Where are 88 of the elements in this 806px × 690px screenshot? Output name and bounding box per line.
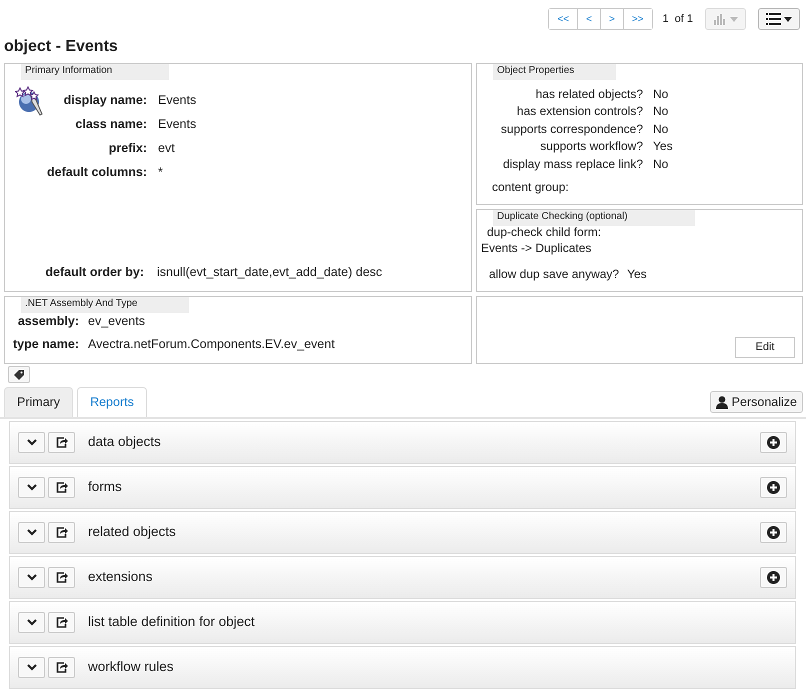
field-label: default order by: xyxy=(44,264,144,281)
field-value: ev_events xyxy=(88,313,145,330)
add-icon xyxy=(767,571,780,584)
field-label: supports correspondence? xyxy=(500,121,643,137)
export-button[interactable] xyxy=(48,432,75,453)
chevron-down-icon xyxy=(26,664,36,671)
field-label: display mass replace link? xyxy=(502,156,643,172)
field-label: dup-check child form: xyxy=(487,224,602,241)
field-label: prefix: xyxy=(108,140,147,156)
export-button[interactable] xyxy=(48,522,75,543)
field-value: No xyxy=(653,156,668,172)
collapse-button[interactable] xyxy=(18,477,45,498)
field-value: No xyxy=(653,86,668,102)
field-label: type name: xyxy=(12,336,79,353)
bar-chart-icon xyxy=(713,13,727,25)
field-label: supports workflow? xyxy=(539,138,643,154)
field-value: * xyxy=(158,164,163,180)
page-count: of 1 xyxy=(674,12,693,27)
chevron-down-icon xyxy=(26,484,36,491)
share-icon xyxy=(56,572,68,583)
field-label: content group: xyxy=(492,179,569,196)
tab[interactable]: Primary xyxy=(4,387,74,417)
list-menu-button[interactable] xyxy=(758,8,800,30)
field-value: No xyxy=(653,103,668,119)
add-icon xyxy=(767,481,780,494)
personalize-button[interactable]: Personalize xyxy=(710,391,803,413)
field-label: assembly: xyxy=(16,313,79,330)
export-button[interactable] xyxy=(48,657,75,678)
export-button[interactable] xyxy=(48,477,75,498)
pager-button[interactable]: >> xyxy=(622,9,652,29)
field-label: display name: xyxy=(62,92,147,108)
page-title: object - Events xyxy=(3,38,119,56)
add-button[interactable] xyxy=(760,432,787,453)
chevron-down-icon xyxy=(26,574,36,581)
section-legend: .NET Assembly And Type xyxy=(21,297,189,313)
section-legend: Primary Information xyxy=(21,64,169,80)
collapse-button[interactable] xyxy=(18,612,45,633)
collapse-button[interactable] xyxy=(18,522,45,543)
export-button[interactable] xyxy=(48,612,75,633)
tag-icon xyxy=(14,370,24,380)
share-icon xyxy=(56,617,68,628)
section-legend: Duplicate Checking (optional) xyxy=(493,210,695,226)
field-value: Events xyxy=(158,116,196,132)
field-value: Yes xyxy=(653,138,673,154)
field-value: Events -> Duplicates xyxy=(481,240,592,257)
section-title: list table definition for object xyxy=(88,613,256,632)
share-icon xyxy=(56,482,68,493)
collapse-button[interactable] xyxy=(18,432,45,453)
chevron-down-icon xyxy=(26,439,36,446)
chevron-down-icon xyxy=(26,529,36,536)
section-title: extensions xyxy=(88,568,154,586)
tab[interactable]: Reports xyxy=(77,387,147,417)
chevron-down-icon xyxy=(26,619,36,626)
add-icon xyxy=(767,436,780,449)
field-label: has extension controls? xyxy=(516,103,643,119)
field-label: class name: xyxy=(74,116,147,132)
share-icon xyxy=(56,662,68,673)
page-number: 1 xyxy=(662,12,669,27)
field-value: evt xyxy=(158,140,175,156)
caret-icon xyxy=(730,16,738,22)
section-title: forms xyxy=(88,478,123,496)
tag-button[interactable] xyxy=(8,366,30,383)
field-value: No xyxy=(653,121,668,137)
person-icon xyxy=(716,396,728,408)
field-label: has related objects? xyxy=(534,86,643,102)
collapse-button[interactable] xyxy=(18,567,45,588)
add-button[interactable] xyxy=(760,522,787,543)
field-label: allow dup save anyway? xyxy=(489,266,620,283)
list-icon xyxy=(766,13,781,25)
section-title: workflow rules xyxy=(88,658,175,676)
field-label: default columns: xyxy=(47,164,147,180)
add-button[interactable] xyxy=(760,567,787,588)
share-icon xyxy=(56,437,68,448)
section-title: data objects xyxy=(88,433,162,452)
field-value: Events xyxy=(158,92,196,108)
field-value: isnull(evt_start_date,evt_add_date) desc xyxy=(157,264,382,281)
field-value: Yes xyxy=(627,266,647,283)
edit-button[interactable]: Edit xyxy=(735,337,795,358)
caret-icon xyxy=(784,16,792,22)
magic-wand-icon xyxy=(15,86,43,116)
section-legend: Object Properties xyxy=(493,64,616,80)
field-value: Avectra.netForum.Components.EV.ev_event xyxy=(88,336,335,353)
section-title: related objects xyxy=(88,523,177,542)
collapse-button[interactable] xyxy=(18,657,45,678)
share-icon xyxy=(56,527,68,538)
add-icon xyxy=(767,526,780,539)
export-button[interactable] xyxy=(48,567,75,588)
add-button[interactable] xyxy=(760,477,787,498)
